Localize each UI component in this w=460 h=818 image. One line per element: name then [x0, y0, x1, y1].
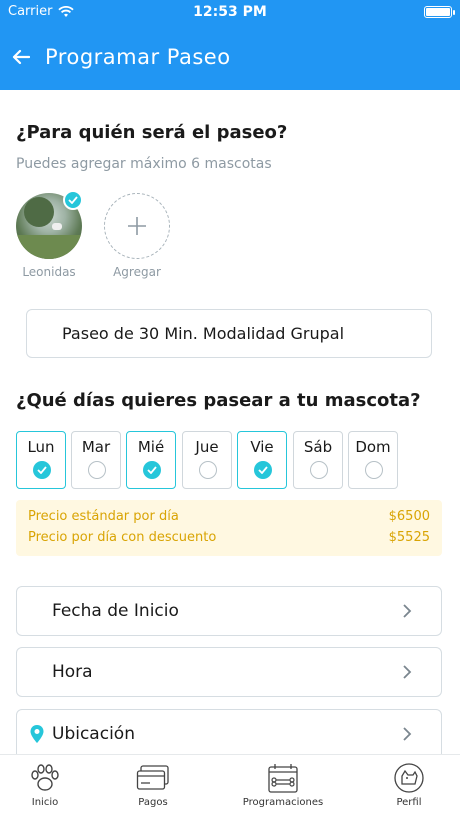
day-jue[interactable]: Jue	[182, 431, 232, 489]
days-section-title: ¿Qué días quieres pasear a tu mascota?	[16, 390, 421, 411]
day-label: Dom	[355, 438, 391, 456]
location-pin-icon	[30, 725, 44, 743]
standard-price-label: Precio estándar por día	[28, 509, 179, 524]
plus-icon	[104, 193, 170, 259]
price-info-box: Precio estándar por día $6500 Precio por…	[16, 500, 442, 556]
app-bar: Programar Paseo	[0, 24, 460, 90]
check-icon	[143, 461, 161, 479]
day-mar[interactable]: Mar	[71, 431, 121, 489]
profile-dog-icon	[394, 763, 424, 793]
nav-label: Perfil	[396, 797, 422, 808]
empty-radio-icon	[88, 461, 106, 479]
status-bar: Carrier 12:53 PM	[0, 0, 460, 24]
battery-icon	[424, 6, 455, 18]
arrow-left-icon	[12, 49, 30, 65]
empty-radio-icon	[365, 461, 383, 479]
bottom-nav: Inicio Pagos Programaciones Perfil	[0, 754, 460, 818]
paw-icon	[31, 764, 59, 791]
day-sab[interactable]: Sáb	[293, 431, 343, 489]
nav-programaciones[interactable]: Programaciones	[233, 761, 333, 808]
day-mie[interactable]: Mié	[126, 431, 176, 489]
pets-section-title: ¿Para quién será el paseo?	[16, 122, 288, 143]
day-label: Jue	[195, 438, 219, 456]
day-label: Mié	[137, 438, 165, 456]
start-date-row[interactable]: Fecha de Inicio	[16, 586, 442, 636]
page-title: Programar Paseo	[45, 45, 231, 69]
selected-check-icon	[63, 190, 83, 210]
main-content[interactable]: ¿Para quién será el paseo? Puedes agrega…	[0, 90, 460, 754]
start-date-label: Fecha de Inicio	[52, 601, 179, 621]
location-label: Ubicación	[52, 724, 135, 744]
day-label: Mar	[81, 438, 111, 456]
status-time: 12:53 PM	[193, 4, 267, 20]
discount-price-value: $5525	[388, 530, 430, 545]
day-selector: Lun Mar Mié Jue Vie Sáb Dom	[16, 431, 436, 489]
calendar-bone-icon	[268, 764, 298, 793]
add-pet-button[interactable]: Agregar	[104, 193, 170, 279]
check-icon	[33, 461, 51, 479]
add-pet-label: Agregar	[113, 265, 161, 279]
day-vie[interactable]: Vie	[237, 431, 287, 489]
day-label: Lun	[27, 438, 55, 456]
pet-name: Leonidas	[22, 265, 76, 279]
standard-price-value: $6500	[388, 509, 430, 524]
pets-section-subtitle: Puedes agregar máximo 6 mascotas	[16, 156, 272, 172]
time-label: Hora	[52, 662, 93, 682]
chevron-right-icon	[403, 727, 412, 741]
chevron-right-icon	[403, 665, 412, 679]
nav-perfil[interactable]: Perfil	[359, 761, 459, 808]
nav-pagos[interactable]: Pagos	[103, 761, 203, 808]
time-row[interactable]: Hora	[16, 647, 442, 697]
day-label: Sáb	[303, 438, 333, 456]
day-lun[interactable]: Lun	[16, 431, 66, 489]
location-row[interactable]: Ubicación	[16, 709, 442, 754]
empty-radio-icon	[199, 461, 217, 479]
nav-label: Pagos	[138, 797, 168, 808]
day-label: Vie	[250, 438, 274, 456]
day-dom[interactable]: Dom	[348, 431, 398, 489]
nav-label: Inicio	[31, 797, 59, 808]
nav-label: Programaciones	[242, 797, 324, 808]
chevron-right-icon	[403, 604, 412, 618]
walk-plan-selector[interactable]: Paseo de 30 Min. Modalidad Grupal	[26, 309, 432, 358]
credit-card-icon	[136, 765, 169, 790]
pet-card-leonidas[interactable]: Leonidas	[16, 190, 83, 279]
back-button[interactable]	[4, 40, 38, 74]
nav-inicio[interactable]: Inicio	[0, 761, 95, 808]
empty-radio-icon	[310, 461, 328, 479]
check-icon	[254, 461, 272, 479]
discount-price-label: Precio por día con descuento	[28, 530, 217, 545]
